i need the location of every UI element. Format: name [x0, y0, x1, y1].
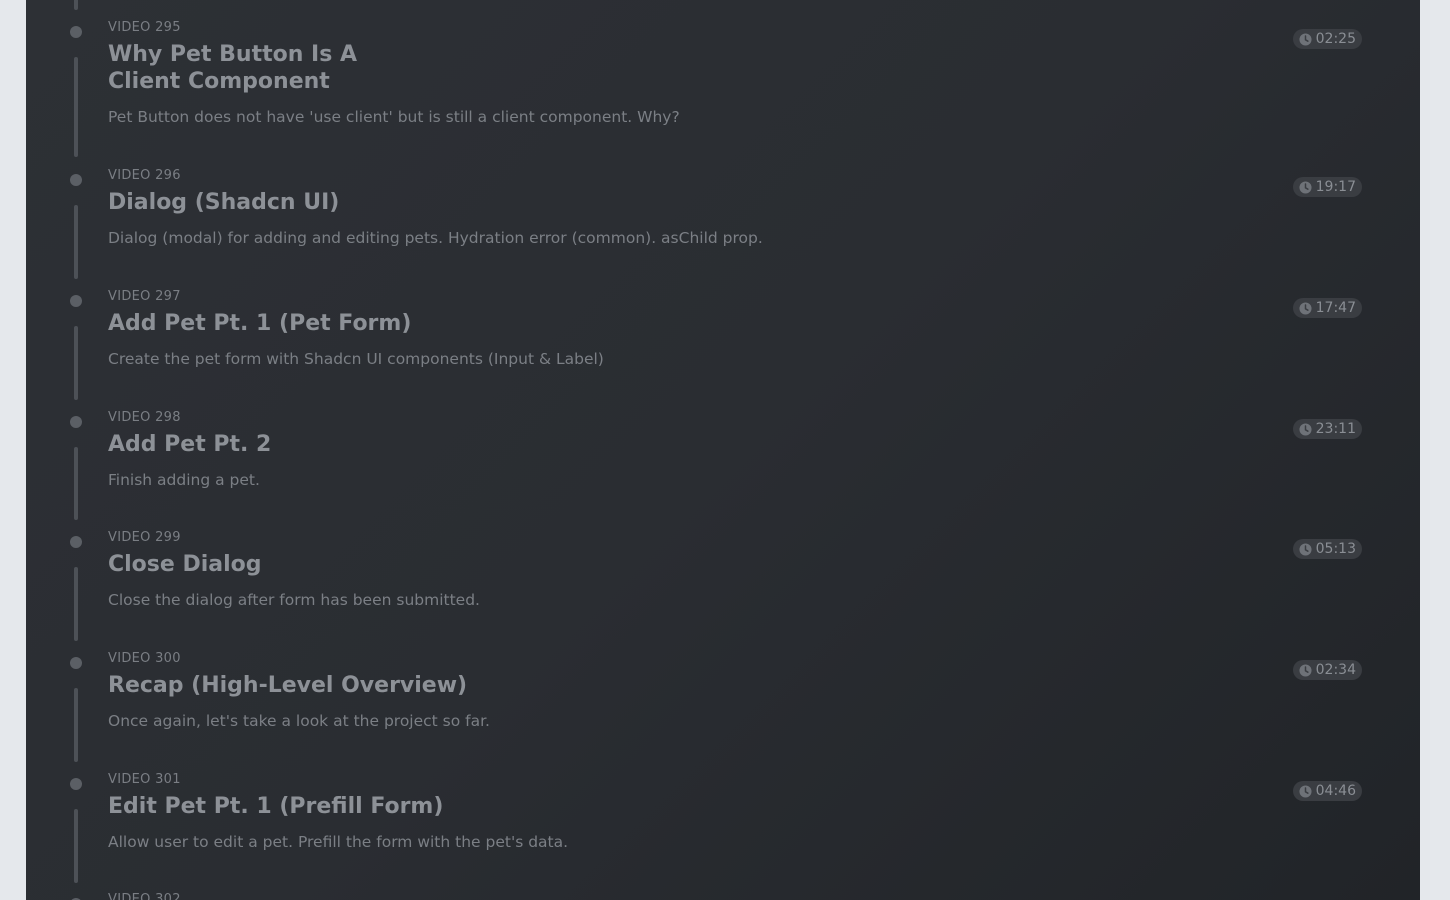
video-description: Finish adding a pet.	[108, 471, 260, 489]
video-title[interactable]: Why Pet Button Is A Client Component	[108, 41, 428, 95]
timeline-dot	[70, 26, 82, 38]
duration-badge: 04:46	[1292, 781, 1362, 801]
timeline-dot	[70, 657, 82, 669]
duration-badge: 02:25	[1292, 29, 1362, 49]
video-timeline: VIDEO 295 Why Pet Button Is A Client Com…	[26, 0, 1420, 900]
duration-text: 04:46	[1315, 783, 1356, 799]
duration-badge: 19:17	[1292, 177, 1362, 197]
timeline-connector	[74, 0, 78, 10]
timeline-connector	[74, 447, 78, 520]
video-number: VIDEO 301	[108, 772, 181, 787]
clock-icon	[1299, 32, 1312, 46]
timeline-connector	[74, 205, 78, 279]
timeline-connector	[74, 567, 78, 641]
duration-text: 02:34	[1315, 662, 1356, 678]
duration-text: 05:13	[1315, 541, 1356, 557]
duration-badge: 05:13	[1292, 539, 1362, 559]
video-number: VIDEO 295	[108, 20, 181, 35]
video-number: VIDEO 299	[108, 530, 181, 545]
clock-icon	[1299, 542, 1312, 556]
video-title[interactable]: Close Dialog	[108, 551, 1108, 578]
duration-badge: 17:47	[1292, 298, 1362, 318]
timeline-dot	[70, 416, 82, 428]
video-number: VIDEO 296	[108, 168, 181, 183]
video-title[interactable]: Add Pet Pt. 2	[108, 431, 1108, 458]
video-title[interactable]: Recap (High-Level Overview)	[108, 672, 1108, 699]
video-title[interactable]: Add Pet Pt. 1 (Pet Form)	[108, 310, 1108, 337]
duration-badge: 02:34	[1292, 660, 1362, 680]
timeline-connector	[74, 326, 78, 400]
video-number: VIDEO 302	[108, 892, 181, 900]
timeline-dot	[70, 174, 82, 186]
clock-icon	[1299, 301, 1312, 315]
duration-text: 17:47	[1315, 300, 1356, 316]
course-content-panel: VIDEO 295 Why Pet Button Is A Client Com…	[26, 0, 1420, 900]
video-number: VIDEO 300	[108, 651, 181, 666]
clock-icon	[1299, 422, 1312, 436]
video-description: Once again, let's take a look at the pro…	[108, 712, 490, 730]
video-description: Allow user to edit a pet. Prefill the fo…	[108, 833, 569, 851]
video-title[interactable]: Edit Pet Pt. 1 (Prefill Form)	[108, 793, 1108, 820]
video-description: Dialog (modal) for adding and editing pe…	[108, 229, 763, 247]
timeline-dot	[70, 778, 82, 790]
duration-text: 23:11	[1315, 421, 1356, 437]
video-description: Pet Button does not have 'use client' bu…	[108, 108, 680, 126]
video-number: VIDEO 298	[108, 410, 181, 425]
duration-badge: 23:11	[1292, 419, 1362, 439]
video-number: VIDEO 297	[108, 289, 181, 304]
clock-icon	[1299, 180, 1312, 194]
video-title[interactable]: Dialog (Shadcn UI)	[108, 189, 1108, 216]
timeline-dot	[70, 295, 82, 307]
timeline-connector	[74, 57, 78, 157]
video-description: Create the pet form with Shadcn UI compo…	[108, 350, 604, 368]
clock-icon	[1299, 663, 1312, 677]
timeline-connector	[74, 688, 78, 762]
duration-text: 02:25	[1315, 31, 1356, 47]
clock-icon	[1299, 784, 1312, 798]
timeline-dot	[70, 536, 82, 548]
video-description: Close the dialog after form has been sub…	[108, 591, 480, 609]
duration-text: 19:17	[1315, 179, 1356, 195]
timeline-connector	[74, 809, 78, 883]
